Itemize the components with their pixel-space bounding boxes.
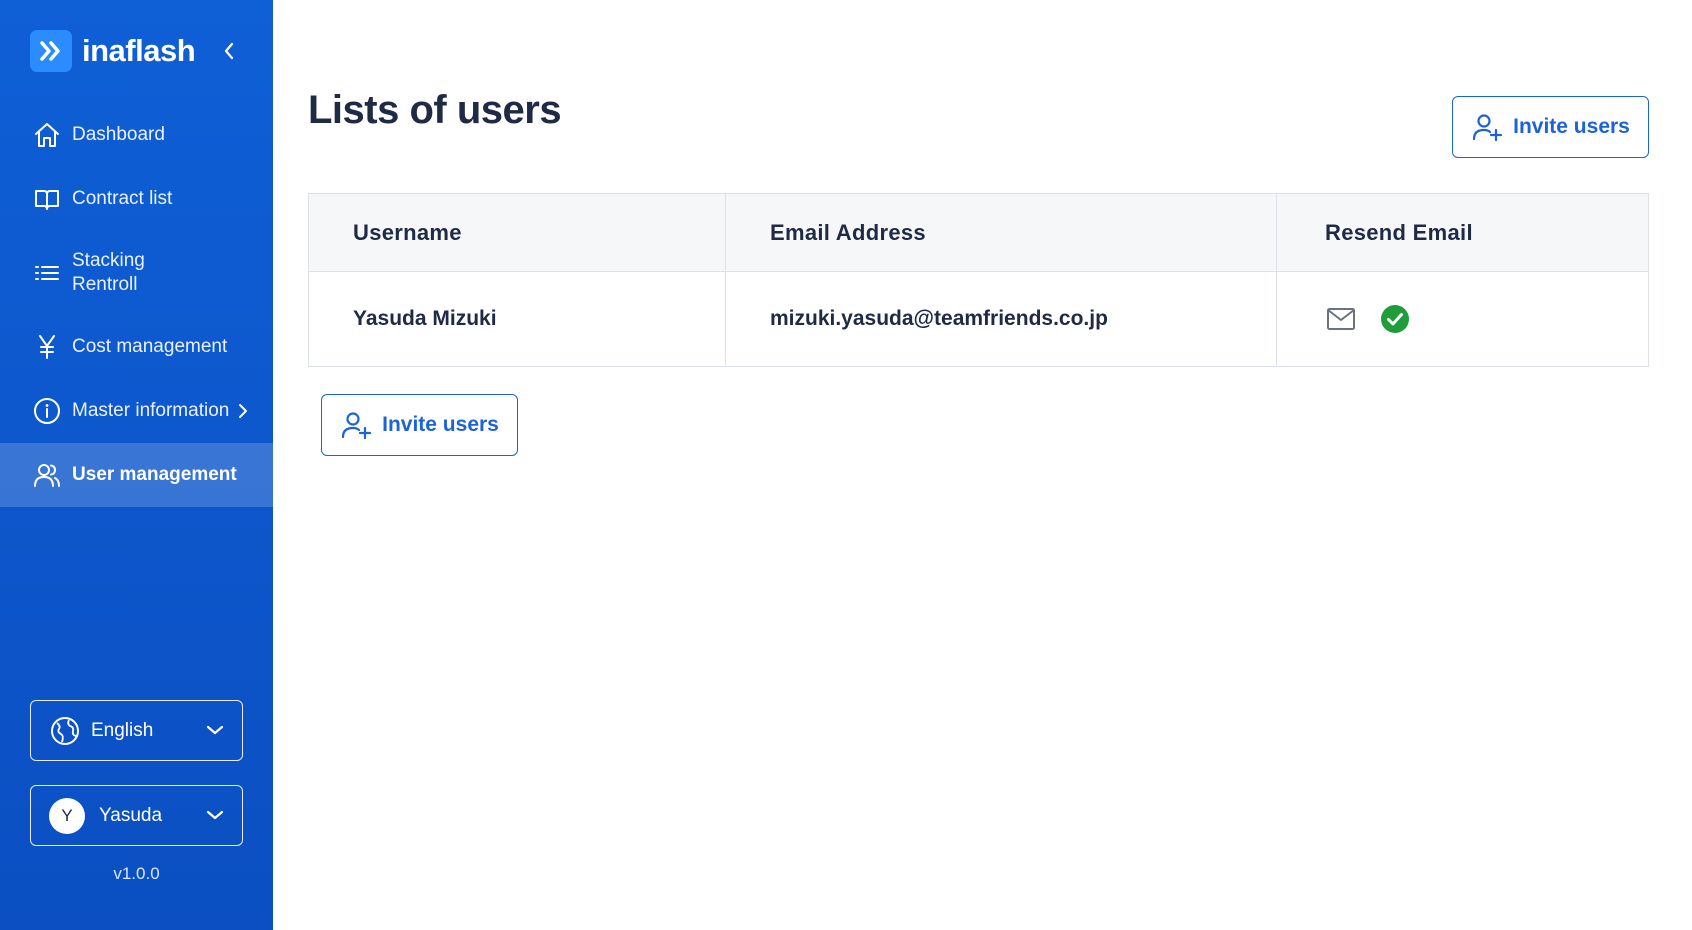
invite-users-button[interactable]: Invite users <box>1452 96 1649 158</box>
sidebar-item-master-information[interactable]: Master information <box>0 379 273 443</box>
table-header-row: Username Email Address Resend Email <box>309 194 1648 271</box>
sidebar-item-label: Dashboard <box>72 124 165 145</box>
avatar: Y <box>49 797 85 834</box>
sidebar-item-user-management[interactable]: User management <box>0 443 273 507</box>
language-value: English <box>91 719 154 741</box>
brand[interactable]: inaflash <box>30 30 196 72</box>
sidebar-item-cost-management[interactable]: Cost management <box>0 315 273 379</box>
sidebar-nav: Dashboard Contract list Stacking Rentrol… <box>0 103 273 507</box>
double-chevron-right-icon <box>30 30 72 72</box>
sidebar-item-label: User management <box>72 464 237 485</box>
user-plus-icon <box>340 409 372 441</box>
resend-email-cell <box>1277 272 1648 366</box>
chevron-right-icon <box>238 401 252 421</box>
mail-icon[interactable] <box>1325 303 1357 335</box>
info-icon <box>32 396 62 426</box>
book-icon <box>32 184 62 214</box>
user-name: Yasuda <box>99 804 163 826</box>
globe-icon <box>49 715 81 747</box>
user-plus-icon <box>1471 111 1503 143</box>
sidebar-item-label: Contract list <box>72 188 173 209</box>
column-header-email: Email Address <box>726 194 1277 271</box>
collapse-sidebar-button[interactable] <box>218 38 240 64</box>
user-menu[interactable]: Y Yasuda <box>30 785 243 846</box>
chevron-left-icon <box>224 42 234 60</box>
app-version: v1.0.0 <box>113 864 160 883</box>
sidebar-item-dashboard[interactable]: Dashboard <box>0 103 273 167</box>
language-select[interactable]: English <box>30 700 243 761</box>
home-icon <box>32 120 62 150</box>
sidebar-item-contract-list[interactable]: Contract list <box>0 167 273 231</box>
sidebar-item-label: Cost management <box>72 336 228 357</box>
list-icon <box>32 258 62 288</box>
chevron-down-icon <box>206 724 226 738</box>
invite-users-label: Invite users <box>382 413 499 436</box>
invite-users-button[interactable]: Invite users <box>321 394 518 456</box>
brand-name: inaflash <box>82 33 196 68</box>
column-header-resend-email: Resend Email <box>1325 219 1473 245</box>
users-icon <box>32 460 62 490</box>
page-title: Lists of users <box>308 88 562 132</box>
sidebar: inaflash Dashboard Contract list Stackin… <box>0 0 273 930</box>
email-cell: mizuki.yasuda@teamfriends.co.jp <box>726 272 1277 366</box>
invite-users-label: Invite users <box>1513 115 1630 138</box>
yen-icon <box>32 332 62 362</box>
column-header-username: Username <box>309 194 726 271</box>
sidebar-item-label: Master information <box>72 400 230 421</box>
chevron-down-icon <box>206 809 226 823</box>
sidebar-item-stacking-rentroll[interactable]: Stacking Rentroll <box>0 231 273 315</box>
sidebar-item-label: Stacking Rentroll <box>72 250 145 295</box>
users-table: Username Email Address Resend Email Yasu… <box>308 193 1649 367</box>
check-circle-icon <box>1379 303 1411 335</box>
username-cell: Yasuda Mizuki <box>309 272 726 366</box>
table-row: Yasuda Mizuki mizuki.yasuda@teamfriends.… <box>309 271 1648 366</box>
